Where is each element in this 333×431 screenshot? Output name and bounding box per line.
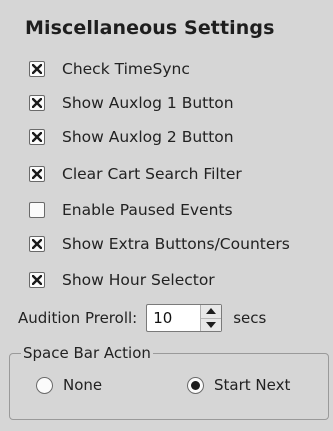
- arrow-down-icon: [206, 321, 217, 328]
- checkbox-label: Show Auxlog 1 Button: [62, 94, 234, 112]
- check-x-icon: [32, 64, 42, 74]
- arrow-up-icon: [206, 308, 217, 315]
- spin-up-button[interactable]: [201, 305, 221, 318]
- space-bar-action-title: Space Bar Action: [21, 344, 153, 362]
- radio-button[interactable]: [187, 376, 204, 394]
- radio-selected-dot: [191, 380, 200, 390]
- checkbox-box[interactable]: [29, 236, 45, 252]
- show-auxlog1-checkbox[interactable]: Show Auxlog 1 Button: [29, 92, 234, 114]
- checkbox-label: Show Auxlog 2 Button: [62, 128, 234, 146]
- spin-down-button[interactable]: [201, 317, 222, 332]
- audition-preroll-value[interactable]: 10: [147, 305, 200, 331]
- checkbox-box[interactable]: [29, 61, 45, 77]
- checkbox-box[interactable]: [29, 95, 45, 111]
- checkbox-label: Show Hour Selector: [62, 271, 215, 289]
- checkbox-box[interactable]: [29, 202, 45, 218]
- checkbox-box[interactable]: [29, 272, 45, 288]
- show-auxlog2-checkbox[interactable]: Show Auxlog 2 Button: [29, 126, 234, 148]
- radio-none[interactable]: None: [36, 374, 102, 396]
- radio-label: None: [63, 376, 103, 394]
- check-x-icon: [32, 98, 42, 108]
- show-hour-selector-checkbox[interactable]: Show Hour Selector: [29, 269, 215, 291]
- spin-buttons: [200, 305, 222, 332]
- checkbox-label: Enable Paused Events: [62, 201, 233, 219]
- audition-preroll-row: Audition Preroll: 10 secs: [18, 303, 266, 333]
- enable-paused-events-checkbox[interactable]: Enable Paused Events: [29, 199, 233, 221]
- section-title: Miscellaneous Settings: [25, 17, 275, 39]
- radio-label: Start Next: [214, 376, 291, 394]
- checkbox-label: Show Extra Buttons/Counters: [62, 235, 290, 253]
- radio-start-next[interactable]: Start Next: [187, 374, 290, 396]
- misc-settings-panel: Miscellaneous Settings Check TimeSync Sh…: [0, 0, 333, 431]
- show-extra-buttons-checkbox[interactable]: Show Extra Buttons/Counters: [29, 233, 290, 255]
- audition-preroll-unit: secs: [233, 309, 267, 327]
- audition-preroll-label: Audition Preroll:: [18, 309, 138, 327]
- check-timesync-checkbox[interactable]: Check TimeSync: [29, 58, 190, 80]
- checkbox-box[interactable]: [29, 166, 45, 182]
- space-bar-action-group: Space Bar Action None Start Next: [9, 344, 329, 420]
- checkbox-label: Check TimeSync: [62, 60, 190, 78]
- checkbox-box[interactable]: [29, 129, 45, 145]
- checkbox-label: Clear Cart Search Filter: [62, 165, 242, 183]
- audition-preroll-spinbox[interactable]: 10: [146, 304, 223, 332]
- check-x-icon: [32, 132, 42, 142]
- check-x-icon: [32, 239, 42, 249]
- check-x-icon: [32, 169, 42, 179]
- check-x-icon: [32, 275, 42, 285]
- clear-cart-search-filter-checkbox[interactable]: Clear Cart Search Filter: [29, 163, 242, 185]
- radio-button[interactable]: [36, 376, 53, 394]
